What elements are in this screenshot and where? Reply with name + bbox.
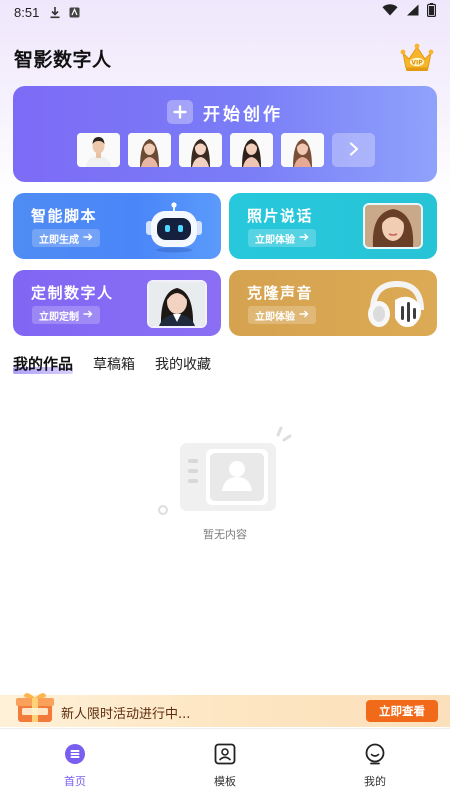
feature-title: 定制数字人 [31, 284, 114, 302]
chevron-right-icon [348, 141, 360, 160]
svg-text:VIP: VIP [411, 59, 423, 66]
try-now-button[interactable]: 立即体验 [248, 306, 316, 324]
avatar-thumb[interactable] [281, 133, 324, 167]
button-label: 立即体验 [255, 234, 295, 246]
tab-favorites[interactable]: 我的收藏 [155, 354, 211, 374]
feature-title: 智能脚本 [31, 207, 98, 225]
arrow-right-icon [83, 233, 93, 244]
feature-title: 克隆声音 [247, 284, 314, 302]
start-creating-header[interactable]: 开始创作 [13, 98, 437, 126]
try-now-button[interactable]: 立即体验 [248, 229, 316, 247]
feature-card-custom-avatar[interactable]: 定制数字人 立即定制 [13, 270, 221, 336]
nav-label: 我的 [364, 775, 386, 788]
promo-banner[interactable]: 新人限时活动进行中... 立即查看 [0, 693, 450, 727]
feature-card-clone-voice[interactable]: 克隆声音 立即体验 [229, 270, 437, 336]
signal-icon [406, 4, 419, 20]
app-notification-icon [69, 7, 80, 18]
customize-now-button[interactable]: 立即定制 [32, 306, 100, 324]
robot-icon [141, 201, 207, 257]
plus-icon [167, 100, 193, 124]
arrow-right-icon [299, 233, 309, 244]
feature-card-smart-script[interactable]: 智能脚本 立即生成 [13, 193, 221, 259]
app-title: 智影数字人 [14, 48, 112, 71]
nav-home[interactable]: 首页 [0, 729, 150, 800]
template-icon [214, 743, 236, 769]
tab-label: 我的收藏 [155, 357, 212, 373]
bottom-navigation: 首页 模板 我的 [0, 728, 450, 800]
empty-state-text: 暂无内容 [203, 528, 247, 541]
generate-now-button[interactable]: 立即生成 [32, 229, 100, 247]
nav-profile[interactable]: 我的 [300, 729, 450, 800]
tab-label: 草稿箱 [93, 357, 136, 373]
avatar-thumb[interactable] [179, 133, 222, 167]
feature-title: 照片说话 [247, 207, 314, 225]
more-avatars-button[interactable] [332, 133, 375, 167]
profile-icon [364, 743, 386, 769]
arrow-right-icon [299, 310, 309, 321]
headphones-icon [365, 278, 429, 336]
tab-my-works[interactable]: 我的作品 [13, 353, 74, 374]
button-label: 立即生成 [39, 234, 79, 246]
wifi-icon [382, 4, 398, 20]
tab-drafts[interactable]: 草稿箱 [93, 354, 135, 374]
button-label: 立即体验 [255, 311, 295, 323]
nav-templates[interactable]: 模板 [150, 729, 300, 800]
promo-text: 新人限时活动进行中... [61, 707, 191, 722]
app-header: 智影数字人 VIP [14, 42, 436, 74]
arrow-right-icon [83, 310, 93, 321]
home-icon [64, 743, 86, 769]
gift-box-icon [14, 689, 58, 725]
tab-label: 我的作品 [13, 355, 74, 373]
portrait-photo [147, 280, 207, 328]
portrait-photo [363, 203, 423, 249]
status-time: 8:51 [14, 4, 40, 20]
download-icon [49, 6, 61, 19]
start-creating-card[interactable]: 开始创作 [13, 86, 437, 182]
button-label: 立即定制 [39, 311, 79, 323]
avatar-thumb[interactable] [128, 133, 171, 167]
view-now-button[interactable]: 立即查看 [366, 700, 438, 722]
vip-crown-icon[interactable]: VIP [398, 41, 436, 75]
avatar-row [77, 133, 375, 167]
start-creating-label: 开始创作 [203, 104, 283, 125]
nav-label: 模板 [214, 775, 236, 788]
feature-card-photo-talk[interactable]: 照片说话 立即体验 [229, 193, 437, 259]
status-bar: 8:51 [0, 0, 450, 24]
battery-icon [427, 3, 437, 21]
avatar-thumb[interactable] [77, 133, 120, 167]
works-tabs: 我的作品 草稿箱 我的收藏 [13, 350, 211, 374]
avatar-thumb[interactable] [230, 133, 273, 167]
nav-label: 首页 [64, 775, 86, 788]
